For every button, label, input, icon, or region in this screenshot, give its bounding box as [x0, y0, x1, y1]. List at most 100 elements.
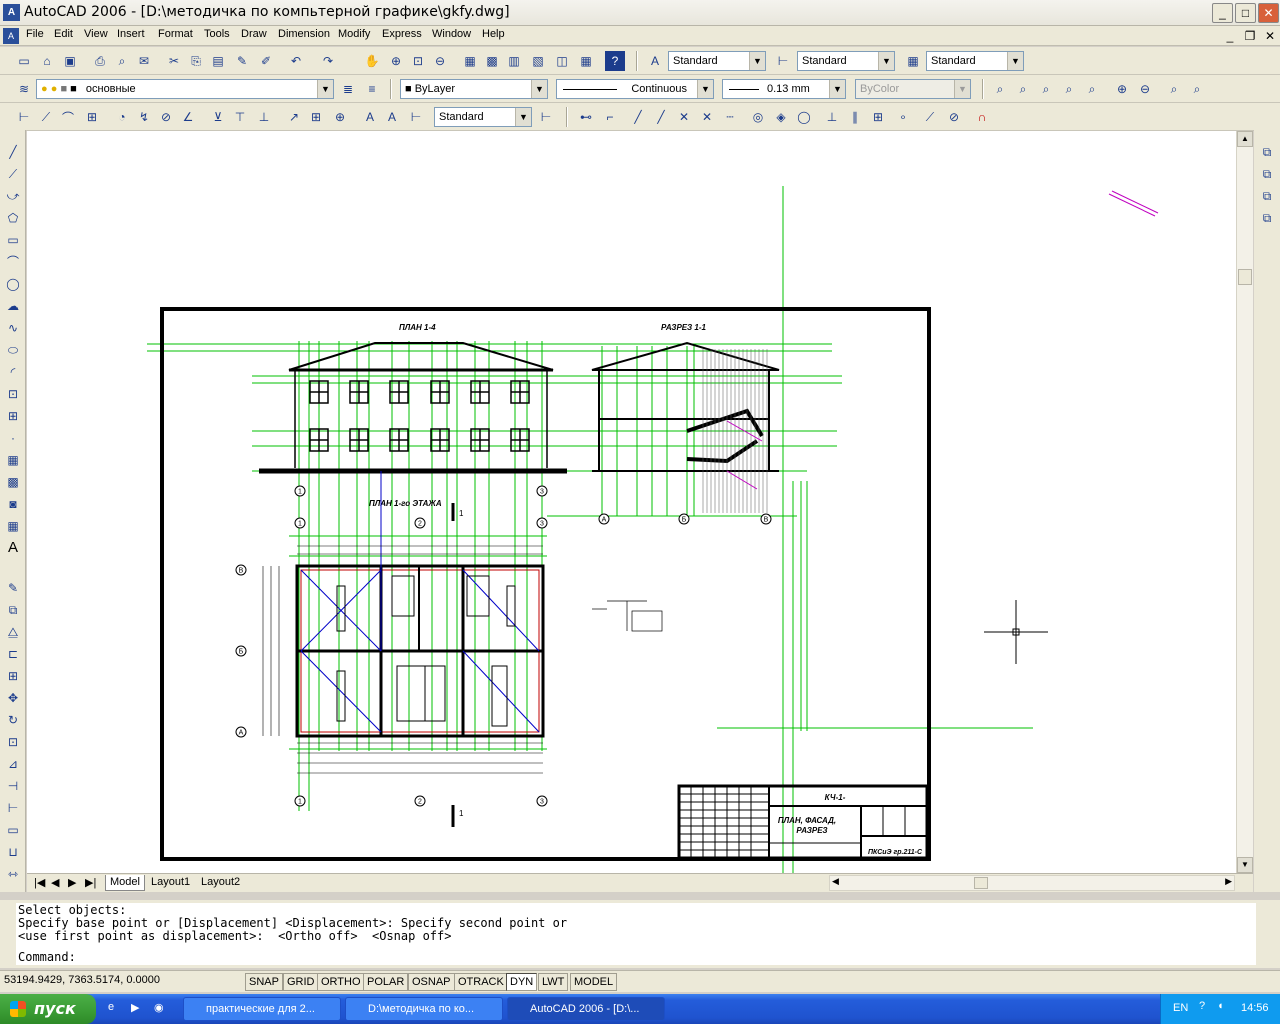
trim-icon[interactable]: ⊣ — [3, 776, 23, 796]
menu-dimension[interactable]: Dimension — [278, 28, 330, 40]
close-button[interactable]: ✕ — [1258, 3, 1279, 23]
model-toggle[interactable]: MODEL — [570, 973, 618, 991]
snap-toggle[interactable]: SNAP — [245, 973, 283, 991]
zoom-center-icon[interactable]: ⌕ — [1059, 79, 1079, 99]
doc-minimize-button[interactable]: _ — [1220, 26, 1240, 46]
polyline-icon[interactable]: ⤻ — [3, 186, 23, 206]
arc-length-icon[interactable]: ⌒ — [58, 107, 78, 127]
menu-edit[interactable]: Edit — [54, 28, 73, 40]
vertical-scrollbar[interactable]: ▲ ▼ — [1236, 131, 1253, 873]
pan-icon[interactable]: ✋ — [362, 51, 382, 71]
coordinates-readout[interactable]: 53194.9429, 7363.5174, 0.0000 — [4, 974, 240, 990]
taskbar-item-folder[interactable]: D:\методичка по ко... — [345, 997, 503, 1021]
zoom-in-icon[interactable]: ⊕ — [1112, 79, 1132, 99]
tab-model[interactable]: Model — [105, 875, 145, 891]
menu-express[interactable]: Express — [382, 28, 422, 40]
center-mark-icon[interactable]: ⊕ — [330, 107, 350, 127]
menu-view[interactable]: View — [84, 28, 108, 40]
menu-draw[interactable]: Draw — [241, 28, 267, 40]
autocad-app-icon[interactable]: A — [3, 4, 20, 21]
chamfer-icon[interactable]: ⇿ — [3, 864, 23, 884]
cut-icon[interactable]: ✂ — [164, 51, 184, 71]
plot-preview-icon[interactable]: ⌕ — [112, 51, 132, 71]
redo-icon[interactable]: ↷ — [318, 51, 338, 71]
design-center-icon[interactable]: ▩ — [482, 51, 502, 71]
dim-style-icon-2[interactable]: ⊢ — [536, 107, 556, 127]
gradient-icon[interactable]: ▩ — [3, 472, 23, 492]
zoom-out-icon[interactable]: ⊖ — [1135, 79, 1155, 99]
join-icon[interactable]: ⊔ — [3, 842, 23, 862]
clock[interactable]: 14:56 — [1241, 1002, 1269, 1014]
language-indicator[interactable]: EN — [1173, 1002, 1188, 1014]
stretch-icon[interactable]: ⊿ — [3, 754, 23, 774]
text-style-icon[interactable]: A — [645, 51, 665, 71]
horizontal-scrollbar[interactable]: ◀ ▶ — [829, 875, 1235, 891]
tolerance-icon[interactable]: ⊞ — [306, 107, 326, 127]
calculator-icon[interactable]: ▦ — [576, 51, 596, 71]
diameter-dim-icon[interactable]: ⊘ — [156, 107, 176, 127]
scroll-thumb[interactable] — [1238, 269, 1252, 285]
markup-icon[interactable]: ◫ — [552, 51, 572, 71]
dim-style-icon[interactable]: ⊢ — [773, 51, 793, 71]
dim-update-icon[interactable]: ⊢ — [406, 107, 426, 127]
menu-modify[interactable]: Modify — [338, 28, 370, 40]
save-icon[interactable]: ▣ — [60, 51, 80, 71]
taskbar-item-word[interactable]: практические для 2... — [183, 997, 341, 1021]
open-icon[interactable]: ⌂ — [37, 51, 57, 71]
maximize-button[interactable]: □ — [1235, 3, 1256, 23]
linear-dim-icon[interactable]: ⊢ — [14, 107, 34, 127]
grid-toggle[interactable]: GRID — [283, 973, 319, 991]
menu-format[interactable]: Format — [158, 28, 193, 40]
jogged-dim-icon[interactable]: ↯ — [134, 107, 154, 127]
doc-close-button[interactable]: ✕ — [1260, 26, 1280, 46]
osnap-settings-icon[interactable]: ∩ — [972, 107, 992, 127]
ellipse-arc-icon[interactable]: ◜ — [3, 362, 23, 382]
quick-dim-icon[interactable]: ⊻ — [208, 107, 228, 127]
menu-file[interactable]: File — [26, 28, 44, 40]
tray-help-icon[interactable]: ? — [1199, 1000, 1205, 1012]
scroll-right-button[interactable]: ▶ — [1225, 876, 1232, 887]
snap-center-icon[interactable]: ◎ — [748, 107, 768, 127]
snap-intersection-icon[interactable]: ✕ — [674, 107, 694, 127]
hatch-icon[interactable]: ▦ — [3, 450, 23, 470]
send-under-icon[interactable]: ⧉ — [1257, 208, 1277, 228]
snap-temp-track-icon[interactable]: ⊷ — [576, 107, 596, 127]
zoom-realtime-icon[interactable]: ⊕ — [386, 51, 406, 71]
table-icon[interactable]: ▦ — [3, 516, 23, 536]
copy-object-icon[interactable]: ⧉ — [3, 600, 23, 620]
snap-from-icon[interactable]: ⌐ — [600, 107, 620, 127]
circle-icon[interactable]: ◯ — [3, 274, 23, 294]
osnap-toggle[interactable]: OSNAP — [408, 973, 455, 991]
help-icon[interactable]: ? — [605, 51, 625, 71]
polygon-icon[interactable]: ⬠ — [3, 208, 23, 228]
radius-dim-icon[interactable]: ◔ — [112, 107, 132, 127]
command-history[interactable]: Select objects: Specify base point or [Di… — [16, 903, 1256, 965]
polar-toggle[interactable]: POLAR — [363, 973, 409, 991]
tab-next-icon[interactable]: ▶ — [64, 875, 80, 891]
construction-line-icon[interactable]: ⟋ — [3, 164, 23, 184]
drawing-canvas[interactable]: ПЛАН 1-4 РАЗРЕЗ 1-1 ПЛАН 1-го ЭТАЖА 1 3 … — [27, 131, 1236, 873]
layer-select[interactable]: ● ● ■ ■ основные ▼ — [36, 79, 334, 99]
zoom-previous-icon[interactable]: ⊖ — [430, 51, 450, 71]
move-icon[interactable]: ✥ — [3, 688, 23, 708]
scroll-left-button[interactable]: ◀ — [832, 876, 839, 887]
tool-palettes-icon[interactable]: ▥ — [504, 51, 524, 71]
taskbar-item-autocad[interactable]: AutoCAD 2006 - [D:\... — [507, 997, 665, 1021]
scroll-up-button[interactable]: ▲ — [1237, 131, 1253, 147]
menu-insert[interactable]: Insert — [117, 28, 145, 40]
match-properties-icon[interactable]: ✎ — [232, 51, 252, 71]
zoom-window-icon-2[interactable]: ⌕ — [990, 79, 1010, 99]
multiline-text-icon[interactable]: A — [3, 538, 23, 558]
volume-icon[interactable]: ◖ — [1217, 1000, 1224, 1012]
snap-none-icon[interactable]: ⊘ — [944, 107, 964, 127]
doc-restore-button[interactable]: ❐ — [1240, 26, 1260, 46]
erase-icon[interactable]: ✎ — [3, 578, 23, 598]
point-icon[interactable]: · — [3, 428, 23, 448]
baseline-dim-icon[interactable]: ⊤ — [230, 107, 250, 127]
minimize-button[interactable]: _ — [1212, 3, 1233, 23]
revision-cloud-icon[interactable]: ☁ — [3, 296, 23, 316]
make-block-icon[interactable]: ⊞ — [3, 406, 23, 426]
tab-prev-icon[interactable]: ◀ — [47, 875, 63, 891]
angular-dim-icon[interactable]: ∠ — [178, 107, 198, 127]
zoom-dynamic-icon[interactable]: ⌕ — [1013, 79, 1033, 99]
